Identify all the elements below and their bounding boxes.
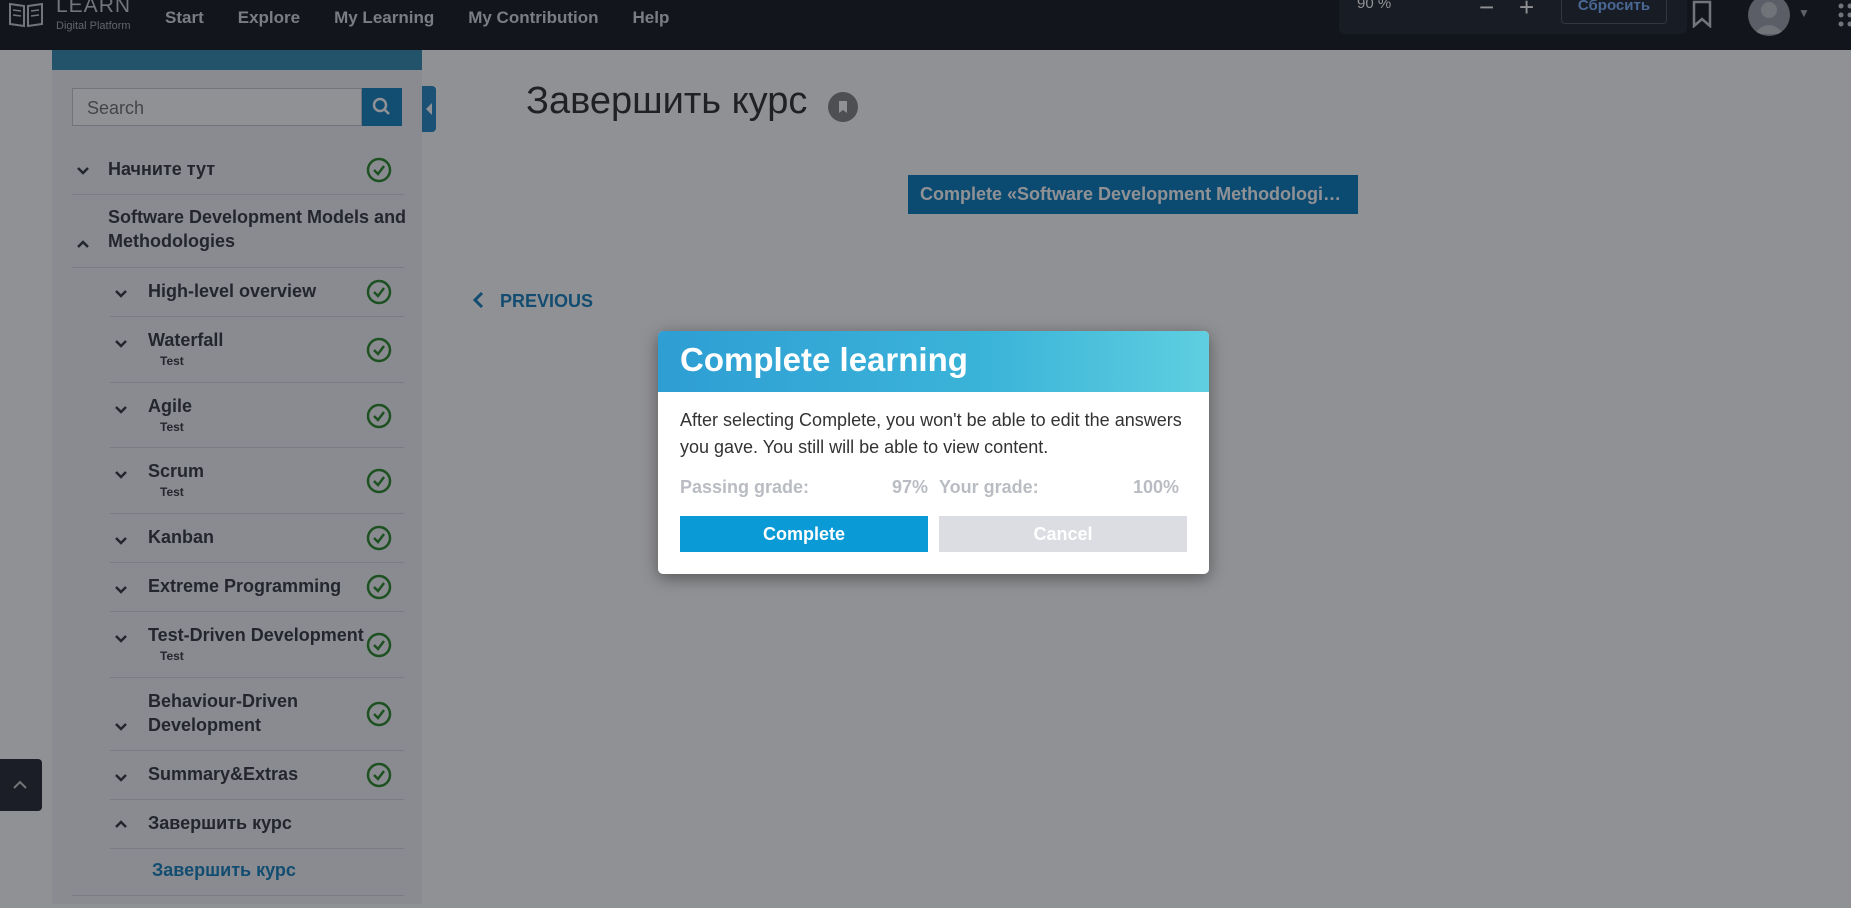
your-grade-label: Your grade: (939, 477, 1039, 497)
cancel-button[interactable]: Cancel (939, 516, 1187, 552)
your-grade-value: 100% (1132, 477, 1179, 497)
passing-grade-value: 97% (891, 477, 928, 497)
complete-button[interactable]: Complete (680, 516, 928, 552)
dialog-message: After selecting Complete, you won't be a… (680, 410, 1182, 457)
complete-learning-dialog: Complete learning After selecting Comple… (658, 331, 1209, 574)
passing-grade-label: Passing grade: (680, 477, 810, 497)
dialog-header: Complete learning (658, 331, 1209, 392)
dialog-title: Complete learning (680, 341, 968, 378)
